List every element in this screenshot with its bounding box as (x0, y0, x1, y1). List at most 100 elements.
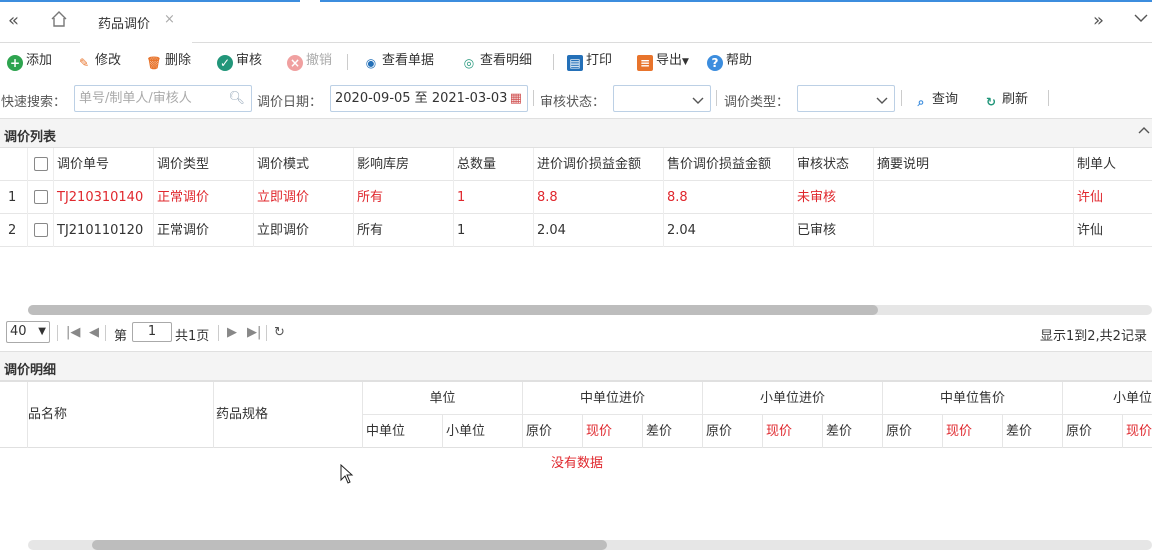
page-size-value: 40 (10, 324, 27, 339)
help-button[interactable]: ? 帮助 (707, 51, 752, 71)
detail-sub-orig[interactable]: 原价 (1063, 415, 1123, 448)
col-header-out-amount[interactable]: 售价调价损益金额 (664, 148, 794, 181)
detail-sub-now[interactable]: 现价 (583, 415, 643, 448)
detail-sub-small-unit[interactable]: 小单位 (443, 415, 523, 448)
calendar-icon[interactable]: ▦ (510, 86, 522, 111)
export-label: 导出 (656, 53, 683, 68)
delete-button[interactable]: 🗑 删除 (146, 51, 191, 71)
select-all-checkbox[interactable] (34, 157, 48, 171)
query-label: 查询 (932, 92, 959, 107)
detail-scroll-thumb[interactable] (92, 540, 607, 550)
col-header-status[interactable]: 审核状态 (794, 148, 874, 181)
view-document-button[interactable]: ◉ 查看单据 (363, 51, 434, 71)
print-label: 打印 (586, 53, 613, 68)
print-button[interactable]: ▤ 打印 (567, 51, 612, 71)
edit-button[interactable]: ✎ 修改 (76, 51, 121, 71)
row-select-cell (28, 214, 54, 247)
detail-col-spec[interactable]: 药品规格 (214, 382, 363, 448)
scroll-tabs-right-icon[interactable]: » (1093, 10, 1104, 32)
last-page-icon[interactable]: ▶| (247, 325, 261, 340)
quick-search-placeholder: 单号/制单人/审核人 (79, 91, 192, 106)
date-range-input[interactable]: 2020-09-05 至 2021-03-03 ▦ (330, 85, 528, 112)
page-number-input[interactable]: 1 (132, 322, 172, 342)
page-number-value: 1 (147, 324, 157, 339)
price-type-select[interactable] (797, 85, 895, 112)
col-header-no[interactable]: 调价单号 (54, 148, 154, 181)
collapse-icon[interactable] (1138, 125, 1150, 141)
export-button[interactable]: ≡ 导出▼ (637, 51, 689, 71)
revoke-button[interactable]: × 撤销 (287, 51, 332, 71)
price-type-label: 调价类型： (724, 95, 790, 110)
prev-page-icon[interactable]: ◀ (89, 325, 99, 340)
refresh-icon: ↻ (985, 95, 997, 109)
table-row[interactable]: 1 TJ210310140 正常调价 立即调价 所有 1 8.8 8.8 未审核… (0, 181, 1152, 214)
cell-out-amount: 2.04 (664, 214, 794, 247)
filter-divider (533, 90, 534, 106)
detail-group-mid-out: 中单位售价 (883, 382, 1063, 415)
page-size-select[interactable]: 40 ▼ (6, 321, 50, 343)
date-range-value: 2020-09-05 至 2021-03-03 (335, 91, 508, 106)
audit-button[interactable]: ✓ 审核 (217, 51, 262, 71)
refresh-button[interactable]: ↻ 刷新 (983, 90, 1028, 110)
chevron-down-icon: ▼ (38, 326, 46, 337)
row-checkbox[interactable] (34, 223, 48, 237)
detail-sub-mid-unit[interactable]: 中单位 (363, 415, 443, 448)
home-icon[interactable] (50, 10, 68, 34)
detail-col-name[interactable]: 品名称 (28, 382, 214, 448)
table-row[interactable]: 2 TJ210110120 正常调价 立即调价 所有 1 2.04 2.04 已… (0, 214, 1152, 247)
detail-sub-diff[interactable]: 差价 (643, 415, 703, 448)
col-header-type[interactable]: 调价类型 (154, 148, 254, 181)
detail-sub-now[interactable]: 现价 (943, 415, 1003, 448)
query-button[interactable]: ⌕ 查询 (913, 90, 958, 110)
tab-drug-price-adjust[interactable]: 药品调价 × (80, 2, 192, 43)
detail-sub-diff[interactable]: 差价 (1003, 415, 1063, 448)
cell-in-amount: 8.8 (534, 181, 664, 214)
detail-horizontal-scrollbar[interactable] (28, 540, 1152, 550)
quick-search-input[interactable]: 单号/制单人/审核人 🔍︎ (74, 85, 252, 112)
tab-close-icon[interactable]: × (164, 12, 175, 27)
row-number: 1 (0, 181, 28, 214)
detail-sub-now[interactable]: 现价 (1123, 415, 1152, 448)
scroll-tabs-left-icon[interactable]: « (8, 10, 19, 32)
col-header-mode[interactable]: 调价模式 (254, 148, 354, 181)
list-scroll-thumb[interactable] (28, 305, 878, 315)
add-button[interactable]: + 添加 (7, 51, 52, 71)
col-header-qty[interactable]: 总数量 (454, 148, 534, 181)
first-page-icon[interactable]: |◀ (66, 325, 80, 340)
revoke-label: 撤销 (306, 53, 333, 68)
detail-sub-orig[interactable]: 原价 (883, 415, 943, 448)
export-icon: ≡ (637, 55, 653, 71)
col-header-memo[interactable]: 摘要说明 (874, 148, 1074, 181)
cell-status: 已审核 (794, 214, 874, 247)
next-page-icon[interactable]: ▶ (227, 325, 237, 340)
list-horizontal-scrollbar[interactable] (28, 305, 1152, 315)
reload-icon[interactable]: ↻ (274, 325, 285, 340)
date-label: 调价日期： (257, 95, 323, 110)
cell-store: 所有 (354, 214, 454, 247)
audit-status-label: 审核状态： (540, 95, 606, 110)
detail-group-mid-in: 中单位进价 (523, 382, 703, 415)
row-checkbox[interactable] (34, 190, 48, 204)
cell-qty: 1 (454, 181, 534, 214)
detail-sub-now[interactable]: 现价 (763, 415, 823, 448)
help-icon: ? (707, 55, 723, 71)
detail-sub-orig[interactable]: 原价 (523, 415, 583, 448)
col-header-maker[interactable]: 制单人 (1074, 148, 1152, 181)
tab-bar-accent-line-right (320, 0, 1152, 2)
detail-sub-diff[interactable]: 差价 (823, 415, 883, 448)
refresh-label: 刷新 (1002, 92, 1029, 107)
cell-no: TJ210110120 (54, 214, 154, 247)
audit-status-select[interactable] (613, 85, 711, 112)
detail-sub-orig[interactable]: 原价 (703, 415, 763, 448)
toolbar: + 添加 ✎ 修改 🗑 删除 ✓ 审核 × 撤销 ◉ 查看单据 ◎ 查看明细 ▤ 打印 ≡ 导出▼… (0, 44, 1152, 78)
col-header-in-amount[interactable]: 进价调价损益金额 (534, 148, 664, 181)
add-label: 添加 (26, 53, 53, 68)
chevron-down-icon[interactable] (1133, 10, 1149, 32)
col-header-store[interactable]: 影响库房 (354, 148, 454, 181)
toolbar-divider (553, 54, 554, 70)
view-detail-button[interactable]: ◎ 查看明细 (461, 51, 532, 71)
view-document-label: 查看单据 (382, 53, 435, 68)
search-icon[interactable]: 🔍︎ (228, 86, 245, 111)
pager-divider (266, 325, 267, 341)
pencil-icon: ✎ (78, 56, 90, 70)
